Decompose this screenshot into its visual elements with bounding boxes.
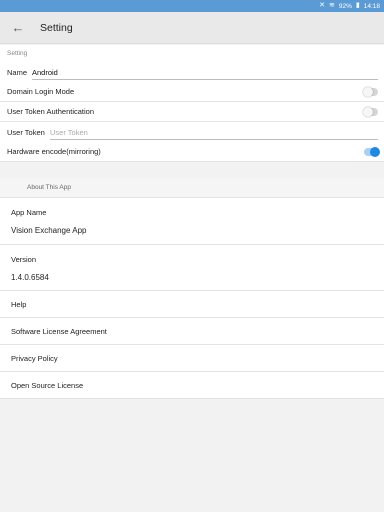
user-token-auth-label: User Token Authentication: [7, 107, 95, 116]
name-value: Android: [32, 67, 58, 77]
user-token-placeholder: User Token: [50, 127, 88, 137]
status-time: 14:18: [363, 2, 380, 10]
version-label: Version: [11, 255, 37, 264]
hw-encode-row[interactable]: Hardware encode(mirroring): [0, 142, 384, 162]
hw-encode-label: Hardware encode(mirroring): [7, 147, 101, 156]
help-link[interactable]: Help: [0, 291, 384, 318]
app-name-value: Vision Exchange App: [11, 226, 87, 235]
software-license-link[interactable]: Software License Agreement: [0, 318, 384, 345]
app-name-block: App Name Vision Exchange App: [0, 198, 384, 245]
name-field[interactable]: Android: [32, 65, 378, 80]
toggle-knob: [370, 147, 380, 157]
mute-icon: ✕: [319, 2, 325, 9]
domain-login-row[interactable]: Domain Login Mode: [0, 82, 384, 102]
toggle-knob: [363, 87, 373, 97]
status-bar: ✕ ≋ 92% ▮ 14:18: [0, 0, 384, 12]
version-value: 1.4.0.6584: [11, 273, 49, 282]
battery-icon: ▮: [355, 2, 360, 9]
back-arrow-icon[interactable]: ←: [8, 18, 28, 38]
settings-section: Setting Name Android Domain Login Mode U…: [0, 45, 384, 162]
battery-percent: 92%: [338, 2, 352, 10]
user-token-label: User Token: [7, 127, 45, 137]
name-label: Name: [7, 67, 28, 77]
name-row: Name Android: [0, 62, 384, 82]
about-section: About This App App Name Vision Exchange …: [0, 178, 384, 399]
app-bar: ← Setting: [0, 12, 384, 44]
user-token-field[interactable]: User Token: [50, 125, 378, 140]
app-name-label: App Name: [11, 208, 47, 217]
hw-encode-toggle[interactable]: [364, 147, 380, 157]
user-token-auth-row[interactable]: User Token Authentication: [0, 102, 384, 122]
user-token-auth-toggle[interactable]: [363, 107, 378, 117]
privacy-policy-link[interactable]: Privacy Policy: [0, 345, 384, 372]
page-title: Setting: [40, 21, 73, 34]
version-block: Version 1.4.0.6584: [0, 245, 384, 291]
settings-section-label: Setting: [7, 50, 28, 57]
toggle-knob: [363, 107, 373, 117]
about-section-label: About This App: [0, 178, 384, 198]
domain-login-label: Domain Login Mode: [7, 87, 75, 96]
domain-login-toggle[interactable]: [363, 87, 378, 97]
open-source-license-link[interactable]: Open Source License: [0, 372, 384, 399]
user-token-row: User Token User Token: [0, 122, 384, 142]
wifi-icon: ≋: [328, 2, 335, 9]
